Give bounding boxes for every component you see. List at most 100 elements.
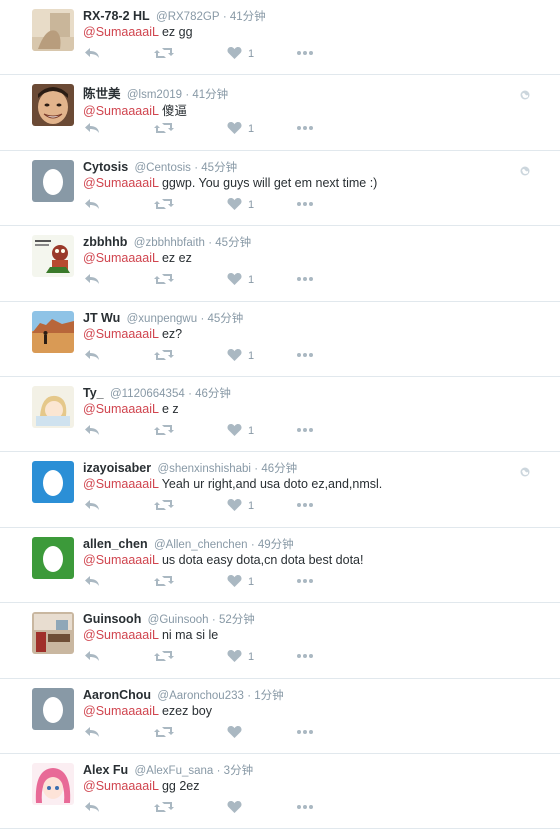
avatar[interactable] [32, 159, 74, 202]
reply-icon[interactable] [84, 121, 100, 137]
more-options-icon[interactable] [296, 121, 314, 137]
more-options-icon[interactable] [296, 574, 314, 590]
display-name[interactable]: allen_chen [83, 537, 148, 551]
reply-icon[interactable] [84, 423, 100, 439]
reply-icon[interactable] [84, 574, 100, 590]
retweet-icon[interactable] [154, 498, 174, 514]
mention-link[interactable]: @SumaaaaiL [83, 251, 158, 265]
mention-link[interactable]: @SumaaaaiL [83, 104, 158, 118]
display-name[interactable]: RX-78-2 HL [83, 9, 150, 23]
reply-icon[interactable] [84, 197, 100, 213]
like-icon[interactable] [227, 423, 242, 439]
retweet-icon[interactable] [154, 725, 174, 741]
tweet-actions: 1 [84, 197, 324, 213]
avatar[interactable] [32, 762, 74, 805]
timestamp[interactable]: · 41分钟 [185, 89, 228, 101]
more-options-icon[interactable] [296, 46, 314, 62]
mention-link[interactable]: @SumaaaaiL [83, 704, 158, 718]
more-options-icon[interactable] [296, 649, 314, 665]
like-icon[interactable] [227, 121, 242, 137]
username-handle[interactable]: @xunpengwu [127, 313, 198, 325]
username-handle[interactable]: @1120664354 [110, 388, 185, 400]
retweet-icon[interactable] [154, 197, 174, 213]
username-handle[interactable]: @Aaronchou233 [157, 690, 244, 702]
username-handle[interactable]: @AlexFu_sana [135, 765, 214, 777]
like-icon[interactable] [227, 574, 242, 590]
retweet-icon[interactable] [154, 574, 174, 590]
display-name[interactable]: izayoisaber [83, 461, 151, 475]
display-name[interactable]: Ty_ [83, 386, 104, 400]
more-options-icon[interactable] [296, 800, 314, 816]
timestamp[interactable]: · 3分钟 [217, 765, 253, 777]
retweet-icon[interactable] [154, 348, 174, 364]
display-name[interactable]: Guinsooh [83, 612, 141, 626]
timestamp[interactable]: · 45分钟 [194, 162, 237, 174]
username-handle[interactable]: @shenxinshishabi [157, 463, 251, 475]
like-icon[interactable] [227, 800, 242, 816]
more-options-icon[interactable] [296, 197, 314, 213]
more-options-icon[interactable] [296, 725, 314, 741]
timestamp[interactable]: · 41分钟 [223, 11, 266, 23]
tweet-text: @SumaaaaiL ez gg [83, 25, 193, 39]
reply-icon[interactable] [84, 725, 100, 741]
mention-link[interactable]: @SumaaaaiL [83, 402, 158, 416]
like-icon[interactable] [227, 348, 242, 364]
mention-link[interactable]: @SumaaaaiL [83, 628, 158, 642]
mention-link[interactable]: @SumaaaaiL [83, 477, 158, 491]
avatar[interactable] [32, 612, 74, 655]
avatar[interactable] [32, 9, 74, 51]
reply-icon[interactable] [84, 348, 100, 364]
username-handle[interactable]: @Allen_chenchen [154, 539, 248, 551]
username-handle[interactable]: @RX782GP [156, 11, 219, 23]
username-handle[interactable]: @zbbhhbfaith [134, 237, 205, 249]
like-icon[interactable] [227, 498, 242, 514]
timestamp[interactable]: · 46分钟 [254, 463, 297, 475]
avatar[interactable] [32, 461, 74, 504]
avatar[interactable] [32, 84, 74, 127]
more-options-icon[interactable] [296, 272, 314, 288]
reply-icon[interactable] [84, 649, 100, 665]
timestamp[interactable]: · 46分钟 [188, 388, 231, 400]
display-name[interactable]: AaronChou [83, 688, 151, 702]
like-icon[interactable] [227, 197, 242, 213]
avatar[interactable] [32, 235, 74, 278]
display-name[interactable]: JT Wu [83, 311, 120, 325]
mention-link[interactable]: @SumaaaaiL [83, 553, 158, 567]
retweet-icon[interactable] [154, 272, 174, 288]
display-name[interactable]: Alex Fu [83, 763, 128, 777]
display-name[interactable]: 陈世美 [83, 87, 121, 101]
timestamp[interactable]: · 1分钟 [247, 690, 283, 702]
avatar[interactable] [32, 687, 74, 730]
like-icon[interactable] [227, 725, 242, 741]
reply-icon[interactable] [84, 46, 100, 62]
timestamp[interactable]: · 45分钟 [200, 313, 243, 325]
more-options-icon[interactable] [296, 498, 314, 514]
more-options-icon[interactable] [296, 348, 314, 364]
display-name[interactable]: zbbhhb [83, 235, 127, 249]
retweet-icon[interactable] [154, 649, 174, 665]
reply-icon[interactable] [84, 498, 100, 514]
timestamp[interactable]: · 49分钟 [251, 539, 294, 551]
avatar[interactable] [32, 385, 74, 428]
mention-link[interactable]: @SumaaaaiL [83, 779, 158, 793]
avatar[interactable] [32, 536, 74, 579]
like-icon[interactable] [227, 272, 242, 288]
retweet-icon[interactable] [154, 800, 174, 816]
mention-link[interactable]: @SumaaaaiL [83, 327, 158, 341]
mention-link[interactable]: @SumaaaaiL [83, 176, 158, 190]
like-icon[interactable] [227, 46, 242, 62]
reply-icon[interactable] [84, 272, 100, 288]
display-name[interactable]: Cytosis [83, 160, 128, 174]
like-icon[interactable] [227, 649, 242, 665]
mention-link[interactable]: @SumaaaaiL [83, 25, 158, 39]
timestamp[interactable]: · 52分钟 [212, 614, 255, 626]
retweet-icon[interactable] [154, 46, 174, 62]
retweet-icon[interactable] [154, 423, 174, 439]
username-handle[interactable]: @Guinsooh [148, 614, 209, 626]
avatar[interactable] [32, 310, 74, 353]
more-options-icon[interactable] [296, 423, 314, 439]
reply-icon[interactable] [84, 800, 100, 816]
username-handle[interactable]: @Centosis [135, 162, 191, 174]
timestamp[interactable]: · 45分钟 [208, 237, 251, 249]
retweet-icon[interactable] [154, 121, 174, 137]
